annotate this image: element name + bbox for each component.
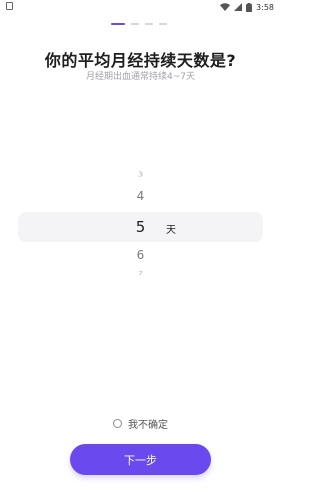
picker-option[interactable]: 4: [0, 189, 281, 203]
battery-icon: [246, 2, 253, 12]
app-notification-icon: [6, 2, 13, 10]
picker-option[interactable]: 6: [0, 248, 281, 262]
picker-selected-option[interactable]: 5: [0, 218, 281, 236]
progress-step-4: [159, 23, 167, 25]
picker-unit-label: 天: [166, 225, 176, 236]
progress-step-1: [111, 23, 125, 25]
unsure-radio[interactable]: [113, 419, 122, 428]
wifi-icon: [220, 3, 231, 11]
picker-option[interactable]: 3: [0, 171, 281, 179]
step-progress: [111, 23, 167, 25]
unsure-option[interactable]: 我不确定: [0, 416, 281, 431]
progress-step-2: [131, 23, 139, 25]
next-button[interactable]: 下一步: [70, 444, 211, 475]
progress-step-3: [145, 23, 153, 25]
status-time: 3:58: [256, 2, 274, 12]
signal-icon: [234, 3, 243, 11]
status-bar: 3:58: [0, 0, 281, 14]
question-title: 你的平均月经持续天数是?: [44, 51, 237, 70]
status-icons: 3:58: [220, 1, 274, 13]
unsure-label: 我不确定: [128, 420, 168, 431]
picker-option[interactable]: 7: [0, 271, 281, 277]
question-subtitle: 月经期出血通常持续4~7天: [86, 72, 195, 82]
